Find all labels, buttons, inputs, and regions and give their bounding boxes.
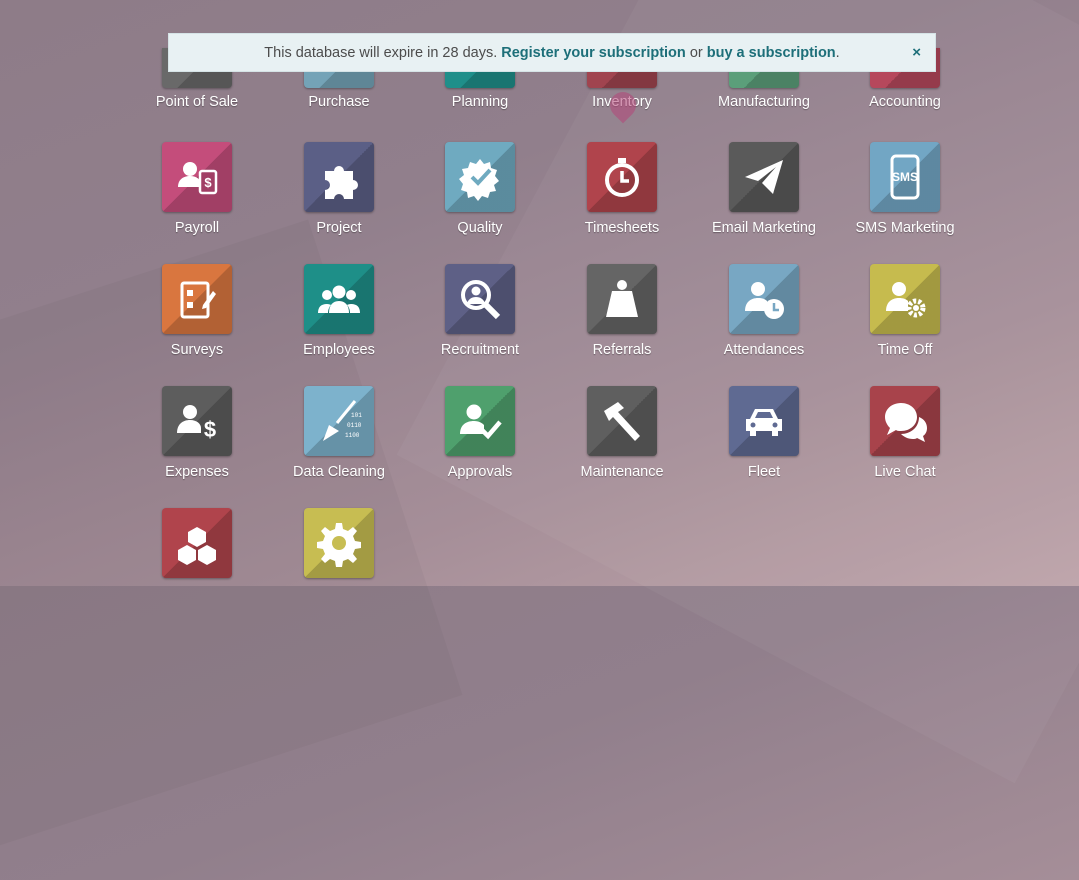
app-tile[interactable]	[587, 386, 657, 456]
register-subscription-link[interactable]: Register your subscription	[501, 45, 686, 61]
app-employees[interactable]: Employees	[269, 264, 409, 358]
app-label: Recruitment	[440, 342, 520, 358]
app-tile[interactable]: SMS	[870, 142, 940, 212]
app-tile[interactable]	[304, 508, 374, 578]
app-label: Live Chat	[874, 464, 936, 480]
app-unnamed-25[interactable]	[269, 508, 409, 578]
app-recruitment[interactable]: Recruitment	[410, 264, 550, 358]
app-approvals[interactable]: Approvals	[410, 386, 550, 480]
app-tile[interactable]	[870, 386, 940, 456]
app-tile[interactable]: 101 0110 1100	[304, 386, 374, 456]
app-label: Quality	[457, 220, 503, 236]
app-tile[interactable]	[304, 264, 374, 334]
app-unnamed-24[interactable]	[127, 508, 267, 578]
app-label: Approvals	[447, 464, 513, 480]
app-referrals[interactable]: Referrals	[552, 264, 692, 358]
svg-text:101: 101	[351, 412, 362, 419]
app-tile[interactable]: $	[162, 142, 232, 212]
app-label: Manufacturing	[718, 94, 810, 110]
app-sms-marketing[interactable]: SMS SMS Marketing	[835, 142, 975, 236]
app-time-off[interactable]: Time Off	[835, 264, 975, 358]
app-label: Email Marketing	[712, 220, 816, 236]
app-project[interactable]: Project	[269, 142, 409, 236]
svg-text:$: $	[204, 417, 216, 442]
app-expenses[interactable]: $ Expenses	[127, 386, 267, 480]
app-label: Data Cleaning	[293, 464, 385, 480]
app-fleet[interactable]: Fleet	[694, 386, 834, 480]
app-label: Employees	[303, 342, 375, 358]
app-tile[interactable]	[445, 264, 515, 334]
app-label: Surveys	[170, 342, 224, 358]
app-maintenance[interactable]: Maintenance	[552, 386, 692, 480]
app-live-chat[interactable]: Live Chat	[835, 386, 975, 480]
app-label: Payroll	[174, 220, 220, 236]
app-tile[interactable]	[162, 508, 232, 578]
app-email-marketing[interactable]: Email Marketing	[694, 142, 834, 236]
app-tile[interactable]	[729, 142, 799, 212]
app-label: Referrals	[592, 342, 652, 358]
app-label: Timesheets	[584, 220, 660, 236]
svg-text:0110: 0110	[347, 422, 362, 429]
app-label: Point of Sale	[155, 94, 239, 110]
banner-period: .	[835, 44, 840, 61]
app-tile[interactable]	[870, 264, 940, 334]
app-tile[interactable]: $	[162, 386, 232, 456]
app-label: Attendances	[723, 342, 805, 358]
app-tile[interactable]	[162, 264, 232, 334]
app-label: Time Off	[877, 342, 933, 358]
close-icon[interactable]: ×	[912, 44, 921, 61]
app-label: SMS Marketing	[855, 220, 955, 236]
buy-subscription-link[interactable]: buy a subscription	[707, 45, 836, 61]
app-attendances[interactable]: Attendances	[694, 264, 834, 358]
app-label: Fleet	[747, 464, 781, 480]
app-grid: Point of SalePurchasePlanningInventoryMa…	[0, 0, 1079, 586]
svg-text:SMS: SMS	[892, 170, 918, 184]
expiry-banner: This database will expire in 28 days. Re…	[168, 33, 936, 72]
app-label: Accounting	[869, 94, 941, 110]
app-label: Maintenance	[580, 464, 664, 480]
app-label: Planning	[451, 94, 509, 110]
app-label: Project	[316, 220, 362, 236]
app-data-cleaning[interactable]: 101 0110 1100 Data Cleaning	[269, 386, 409, 480]
app-tile[interactable]	[587, 142, 657, 212]
banner-or-text: or	[689, 44, 703, 61]
app-tile[interactable]	[729, 264, 799, 334]
app-tile[interactable]	[445, 386, 515, 456]
app-timesheets[interactable]: Timesheets	[552, 142, 692, 236]
app-tile[interactable]	[587, 264, 657, 334]
app-tile[interactable]	[445, 142, 515, 212]
app-tile[interactable]	[304, 142, 374, 212]
app-surveys[interactable]: Surveys	[127, 264, 267, 358]
app-quality[interactable]: Quality	[410, 142, 550, 236]
svg-text:$: $	[204, 175, 212, 190]
svg-text:1100: 1100	[345, 432, 360, 439]
app-label: Expenses	[165, 464, 229, 480]
banner-text: This database will expire in 28 days.	[264, 44, 498, 61]
app-tile[interactable]	[729, 386, 799, 456]
app-payroll[interactable]: $ Payroll	[127, 142, 267, 236]
app-label: Purchase	[308, 94, 370, 110]
